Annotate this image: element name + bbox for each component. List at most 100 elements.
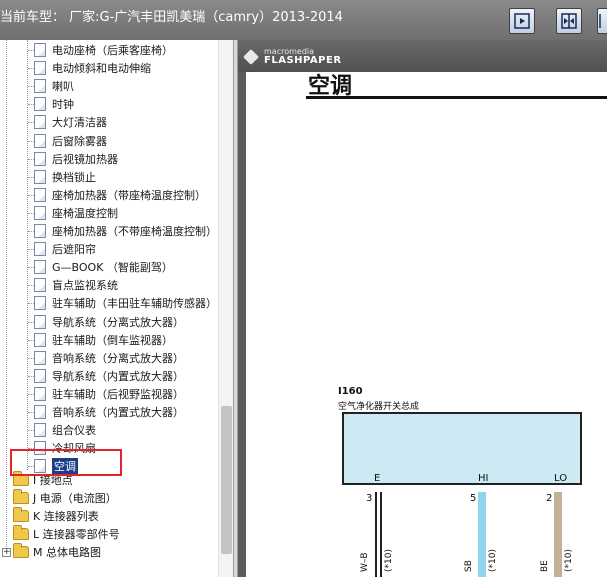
tree-folder-label: M 总体电路图 [33, 546, 101, 560]
document-icon [34, 79, 46, 94]
tree-item[interactable]: 电动座椅（后乘客座椅） [34, 41, 173, 59]
tree-item-label: G—BOOK （智能副驾） [52, 261, 173, 275]
panel-left-icon [599, 14, 601, 28]
wire [375, 492, 382, 577]
tree-scrollbar[interactable] [218, 40, 233, 577]
pin-name: HI [478, 473, 489, 484]
connector-id: I160 [338, 386, 363, 397]
tree-item-label: 组合仪表 [52, 424, 96, 438]
connector-name: 空气净化器开关总成 [338, 402, 420, 412]
expand-icon[interactable]: + [2, 547, 11, 557]
document-icon [34, 169, 46, 184]
document-icon [34, 115, 46, 130]
tree-item-label: 驻车辅助（后视野监视器） [52, 387, 184, 401]
title-bar: 当前车型： 厂家:G-广汽丰田凯美瑞（camry）2013-2014 [0, 0, 607, 40]
wire [478, 492, 486, 577]
tree-item[interactable]: 音响系统（分离式放大器） [34, 349, 184, 367]
show-left-pane-button[interactable] [597, 8, 607, 34]
document-icon [34, 151, 46, 166]
tree-connector-line [6, 40, 7, 555]
tree-item[interactable]: 驻车辅助（后视野监视器） [34, 385, 184, 403]
tree-item[interactable]: 电动倾斜和电动伸缩 [34, 59, 151, 77]
document-icon [34, 405, 46, 419]
document-viewer: macromedia FLASHPAPER 空调 I160 空气净化器开关总成 … [238, 40, 607, 577]
tree-item-label: 电动倾斜和电动伸缩 [52, 62, 151, 76]
panel-split-icon [561, 13, 577, 29]
tree-folder-item[interactable]: L 连接器零部件号 [13, 525, 120, 543]
document-icon [34, 133, 46, 148]
tree-item[interactable]: 音响系统（内置式放大器） [34, 403, 184, 421]
title-rule [306, 96, 607, 99]
tree-item[interactable]: 后视镜加热器 [34, 150, 118, 168]
brand-bottom-label: FLASHPAPER [264, 55, 342, 66]
tree-item-label: 后窗除雾器 [52, 134, 107, 148]
document-icon [34, 260, 46, 275]
show-right-pane-button[interactable] [509, 8, 535, 34]
tree-item[interactable]: 喇叭 [34, 77, 74, 95]
folder-icon [13, 525, 29, 541]
tree-item-label: 音响系统（内置式放大器） [52, 406, 184, 419]
document-icon [34, 61, 46, 76]
wire-note-label: (*10) [384, 549, 394, 572]
document-icon [34, 296, 46, 311]
tree-scrollbar-thumb[interactable] [221, 406, 232, 554]
tree-item-label: 大灯清洁器 [52, 116, 107, 130]
wire-color-label: BE [540, 560, 550, 572]
pin-number: 3 [366, 493, 373, 504]
split-panes-button[interactable] [556, 8, 582, 34]
tree-folder-item[interactable]: K 连接器列表 [13, 507, 99, 525]
tree-item-label: 驻车辅助（丰田驻车辅助传感器） [52, 297, 217, 311]
document-icon [34, 43, 46, 57]
tree-item-label: 盲点监视系统 [52, 279, 118, 293]
tree-item[interactable]: 换档锁止 [34, 168, 96, 186]
tree-item[interactable]: 导航系统（内置式放大器） [34, 367, 184, 385]
selection-highlight-box [10, 449, 122, 476]
wire-color-label: SB [464, 560, 474, 572]
tree-folder-label: K 连接器列表 [33, 510, 99, 524]
document-icon [34, 332, 46, 347]
pin-name: E [374, 473, 381, 484]
tree-item-label: 喇叭 [52, 80, 74, 94]
tree-item[interactable]: 组合仪表 [34, 421, 96, 439]
document-icon [34, 205, 46, 220]
tree-item[interactable]: 驻车辅助（丰田驻车辅助传感器） [34, 294, 217, 312]
tree-item[interactable]: 座椅温度控制 [34, 204, 118, 222]
tree-item-label: 音响系统（分离式放大器） [52, 351, 184, 365]
wire-color-label: W–B [360, 552, 370, 572]
tree-item-label: 驻车辅助（倒车监视器） [52, 333, 173, 347]
tree-item-label: 后遮阳帘 [52, 243, 96, 257]
tree-folder-item[interactable]: J 电源（电流图） [13, 489, 117, 507]
tree-item[interactable]: 盲点监视系统 [34, 276, 118, 294]
pin-number: 2 [546, 493, 553, 504]
tree-item[interactable]: 座椅加热器（带座椅温度控制） [34, 186, 206, 204]
document-icon [34, 224, 46, 238]
wire-note-label: (*10) [488, 549, 498, 572]
tree-folder-label: L 连接器零部件号 [33, 528, 120, 542]
tree-item[interactable]: 驻车辅助（倒车监视器） [34, 331, 173, 349]
tree-item[interactable]: G—BOOK （智能副驾） [34, 258, 173, 276]
tree-item-label: 换档锁止 [52, 170, 96, 184]
tree-item[interactable]: 大灯清洁器 [34, 113, 107, 131]
wire [554, 492, 562, 577]
tree-item[interactable]: 后窗除雾器 [34, 132, 107, 150]
tree-folder-label: J 电源（电流图） [33, 492, 117, 506]
navigation-tree: 电动座椅（后乘客座椅） 电动倾斜和电动伸缩 喇叭时钟大灯清洁器后窗除雾器后视镜加热器… [0, 40, 233, 577]
panel-right-icon [514, 13, 530, 29]
document-icon [34, 423, 46, 438]
pin-number: 5 [470, 493, 477, 504]
folder-icon [13, 507, 29, 523]
document-icon [34, 314, 46, 329]
tree-item-label: 时钟 [52, 98, 74, 112]
tree-item[interactable]: 导航系统（分离式放大器） [34, 313, 184, 331]
tree-folder-item[interactable]: + M 总体电路图 [2, 543, 101, 561]
pin-name: LO [554, 473, 568, 484]
tree-item-label: 导航系统（分离式放大器） [52, 315, 184, 329]
tree-item[interactable]: 座椅加热器（不带座椅温度控制） [34, 222, 217, 240]
document-icon [34, 97, 46, 112]
current-vehicle-title: 当前车型： 厂家:G-广汽丰田凯美瑞（camry）2013-2014 [0, 10, 343, 25]
tree-item-label: 座椅温度控制 [52, 206, 118, 220]
tree-item[interactable]: 后遮阳帘 [34, 240, 96, 258]
tree-item-label: 座椅加热器（带座椅温度控制） [52, 188, 206, 202]
tree-item[interactable]: 时钟 [34, 95, 74, 113]
document-page: 空调 I160 空气净化器开关总成 E 3 W–B (*10) HI 5 SB (*10) LO… [246, 72, 607, 577]
